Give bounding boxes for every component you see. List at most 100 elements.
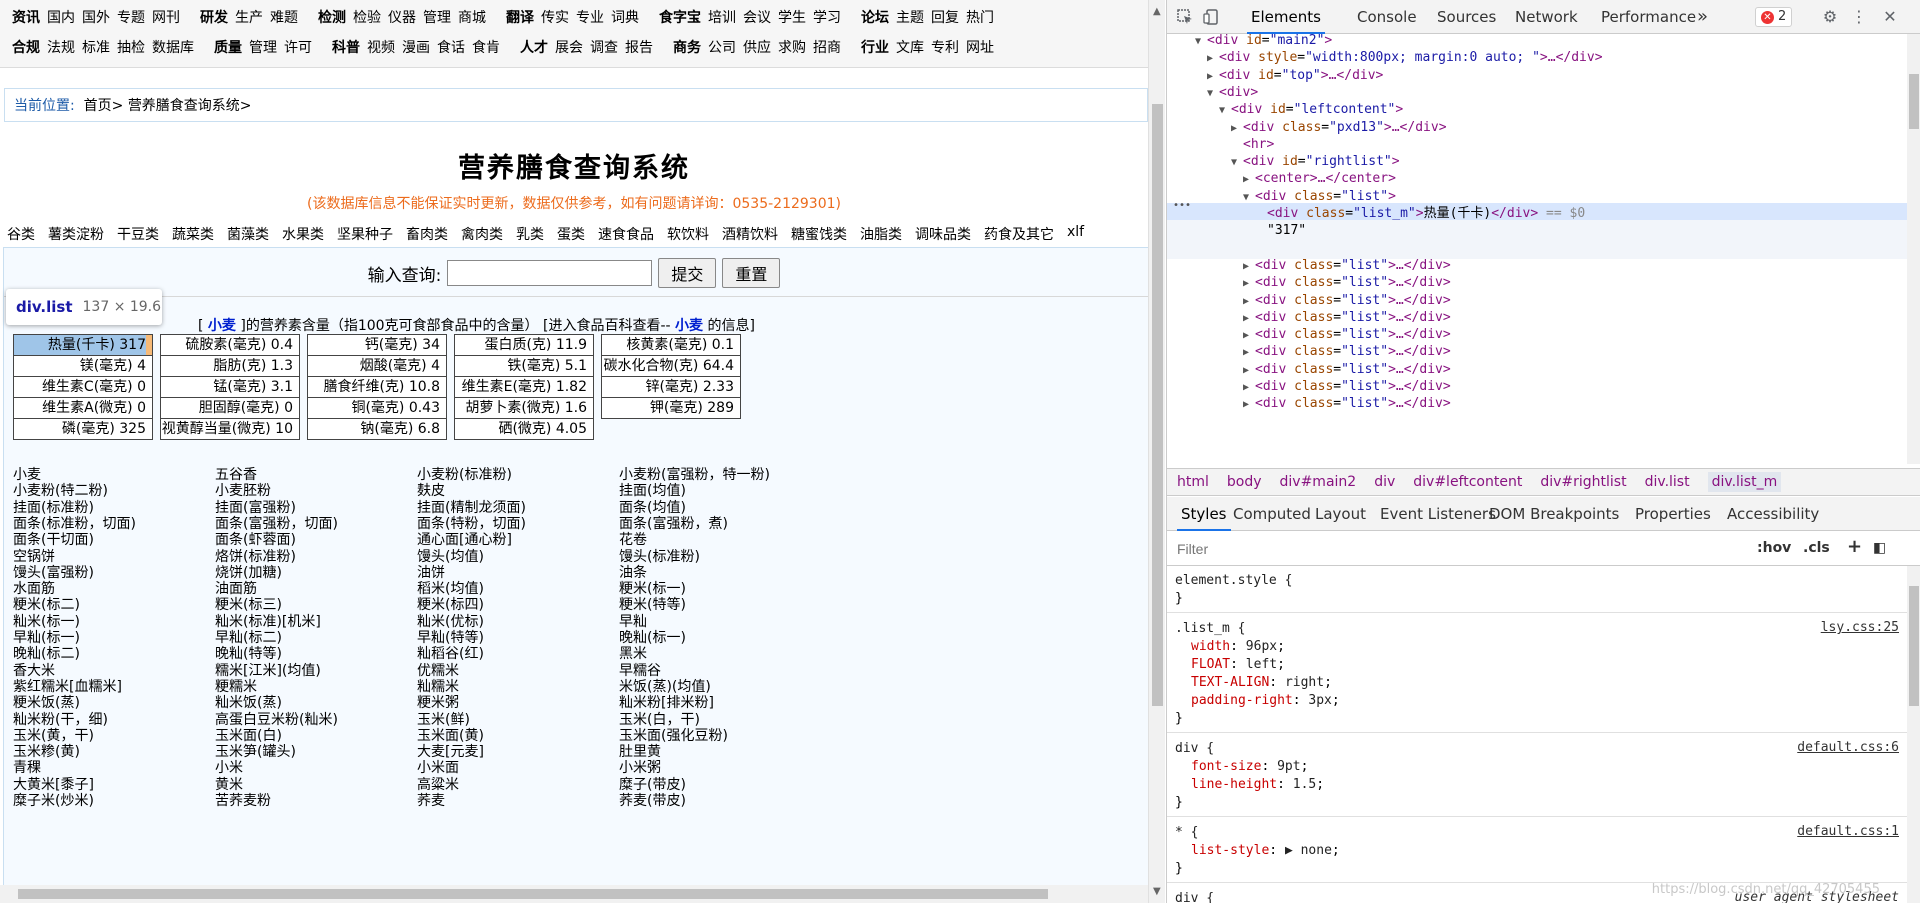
error-count-badge[interactable]: ✕ 2 bbox=[1755, 7, 1793, 27]
computed-sidebar-icon[interactable]: ◧ bbox=[1873, 540, 1886, 556]
stylesheet-source-link[interactable]: lsy.css:25 bbox=[1821, 620, 1899, 635]
css-selector[interactable]: element.style { bbox=[1175, 572, 1292, 590]
category-link[interactable]: 坚果种子 bbox=[337, 224, 393, 244]
category-link[interactable]: 干豆类 bbox=[117, 224, 159, 244]
nav-link[interactable]: 专利 bbox=[931, 37, 959, 59]
category-link[interactable]: 菌藻类 bbox=[227, 224, 269, 244]
css-property[interactable]: font-size: 9pt; bbox=[1191, 758, 1308, 776]
nav-link[interactable]: 国外 bbox=[82, 7, 110, 29]
css-property[interactable]: width: 96px; bbox=[1191, 638, 1285, 656]
nav-link[interactable]: 数据库 bbox=[152, 37, 194, 59]
stylesheet-source-link[interactable]: default.css:1 bbox=[1797, 824, 1899, 839]
category-link[interactable]: 软饮料 bbox=[667, 224, 709, 244]
settings-gear-icon[interactable]: ⚙ bbox=[1821, 8, 1839, 26]
nav-link[interactable]: 词典 bbox=[611, 7, 639, 29]
css-selector[interactable]: div { bbox=[1175, 740, 1214, 758]
nav-link[interactable]: 质量 bbox=[214, 37, 242, 59]
nav-link[interactable]: 热门 bbox=[966, 7, 994, 29]
tab-console[interactable]: Console bbox=[1353, 0, 1421, 34]
nav-link[interactable]: 管理 bbox=[423, 7, 451, 29]
add-rule-icon[interactable]: + bbox=[1847, 536, 1862, 557]
subtab-properties[interactable]: Properties bbox=[1631, 497, 1715, 531]
category-link[interactable]: 畜肉类 bbox=[406, 224, 448, 244]
dom-breadcrumb-item[interactable]: body bbox=[1227, 474, 1262, 490]
category-link[interactable]: 蔬菜类 bbox=[172, 224, 214, 244]
scroll-thumb[interactable] bbox=[18, 889, 1048, 899]
nav-link[interactable]: 法规 bbox=[47, 37, 75, 59]
food-keyword-link[interactable]: 小麦 bbox=[208, 318, 236, 334]
breadcrumb-current-link[interactable]: 营养膳食查询系统> bbox=[128, 95, 252, 115]
nav-link[interactable]: 人才 bbox=[520, 37, 548, 59]
category-link[interactable]: 禽肉类 bbox=[461, 224, 503, 244]
nav-link[interactable]: 视频 bbox=[367, 37, 395, 59]
nav-link[interactable]: 网刊 bbox=[152, 7, 180, 29]
css-selector[interactable]: div { bbox=[1175, 890, 1214, 903]
nav-link[interactable]: 许可 bbox=[284, 37, 312, 59]
nav-link[interactable]: 科普 bbox=[332, 37, 360, 59]
tab-elements[interactable]: Elements bbox=[1247, 0, 1325, 34]
dom-breadcrumb-item[interactable]: div.list bbox=[1645, 474, 1690, 490]
dom-breadcrumb-item[interactable]: div.list_m bbox=[1707, 472, 1782, 492]
category-link[interactable]: 谷类 bbox=[7, 224, 35, 244]
css-property[interactable]: TEXT-ALIGN: right; bbox=[1191, 674, 1332, 692]
breadcrumb-home-link[interactable]: 首页> bbox=[84, 95, 124, 115]
nav-link[interactable]: 漫画 bbox=[402, 37, 430, 59]
category-link[interactable]: 调味品类 bbox=[915, 224, 971, 244]
nav-link[interactable]: 网址 bbox=[966, 37, 994, 59]
dom-breadcrumb-item[interactable]: div#main2 bbox=[1280, 474, 1357, 490]
nav-link[interactable]: 商城 bbox=[458, 7, 486, 29]
nav-link[interactable]: 文库 bbox=[896, 37, 924, 59]
nav-link[interactable]: 专题 bbox=[117, 7, 145, 29]
page-vertical-scrollbar[interactable]: ▲ ▼ bbox=[1148, 0, 1165, 903]
nav-link[interactable]: 行业 bbox=[861, 37, 889, 59]
subtab-event-listeners[interactable]: Event Listeners bbox=[1376, 497, 1500, 531]
category-link[interactable]: 蛋类 bbox=[557, 224, 585, 244]
styles-filter-input[interactable] bbox=[1175, 538, 1735, 560]
tab-sources[interactable]: Sources bbox=[1433, 0, 1500, 34]
nav-link[interactable]: 难题 bbox=[270, 7, 298, 29]
category-link[interactable]: 速食食品 bbox=[598, 224, 654, 244]
food-keyword-link-2[interactable]: 小麦 bbox=[675, 318, 703, 334]
nav-link[interactable]: 招商 bbox=[813, 37, 841, 59]
dom-scrollbar[interactable] bbox=[1907, 34, 1920, 464]
nav-link[interactable]: 翻译 bbox=[506, 7, 534, 29]
submit-button[interactable]: 提交 bbox=[658, 258, 717, 288]
styles-scrollbar[interactable] bbox=[1907, 566, 1920, 903]
inspect-element-icon[interactable] bbox=[1176, 8, 1194, 26]
dom-breadcrumb-item[interactable]: div#rightlist bbox=[1540, 474, 1626, 490]
category-link[interactable]: 药食及其它 bbox=[984, 224, 1054, 244]
dom-breadcrumb-item[interactable]: div bbox=[1374, 474, 1395, 490]
nav-link[interactable]: 主题 bbox=[896, 7, 924, 29]
close-icon[interactable]: ✕ bbox=[1881, 8, 1899, 26]
reset-button[interactable]: 重置 bbox=[722, 258, 781, 288]
nav-link[interactable]: 标准 bbox=[82, 37, 110, 59]
food-item-link[interactable]: 苦荞麦粉 bbox=[215, 790, 271, 810]
nav-link[interactable]: 会议 bbox=[743, 7, 771, 29]
hover-state-toggle[interactable]: :hov bbox=[1757, 540, 1791, 556]
css-selector[interactable]: .list_m { bbox=[1175, 620, 1245, 638]
nav-link[interactable]: 研发 bbox=[200, 7, 228, 29]
nav-link[interactable]: 专业 bbox=[576, 7, 604, 29]
scroll-thumb[interactable] bbox=[1152, 104, 1163, 706]
more-tabs-icon[interactable]: » bbox=[1693, 0, 1712, 34]
subtab-styles[interactable]: Styles bbox=[1177, 497, 1231, 531]
nav-link[interactable]: 求购 bbox=[778, 37, 806, 59]
nav-link[interactable]: 食字宝 bbox=[659, 7, 701, 29]
nav-link[interactable]: 商务 bbox=[673, 37, 701, 59]
nav-link[interactable]: 学习 bbox=[813, 7, 841, 29]
nav-link[interactable]: 培训 bbox=[708, 7, 736, 29]
css-property[interactable]: padding-right: 3px; bbox=[1191, 692, 1340, 710]
more-options-icon[interactable]: ⋮ bbox=[1850, 8, 1868, 26]
nav-link[interactable]: 调查 bbox=[590, 37, 618, 59]
dom-breadcrumb-item[interactable]: div#leftcontent bbox=[1413, 474, 1522, 490]
scroll-thumb[interactable] bbox=[1909, 74, 1919, 129]
category-link[interactable]: 薯类淀粉 bbox=[48, 224, 104, 244]
css-selector[interactable]: * { bbox=[1175, 824, 1198, 842]
horizontal-scrollbar[interactable] bbox=[0, 885, 1148, 903]
nav-link[interactable]: 食话 bbox=[437, 37, 465, 59]
device-toolbar-icon[interactable] bbox=[1203, 8, 1221, 26]
scroll-up-icon[interactable]: ▲ bbox=[1153, 6, 1161, 17]
category-link[interactable]: 乳类 bbox=[516, 224, 544, 244]
css-property[interactable]: list-style: ▶ none; bbox=[1191, 842, 1340, 860]
class-toggle[interactable]: .cls bbox=[1803, 540, 1830, 556]
